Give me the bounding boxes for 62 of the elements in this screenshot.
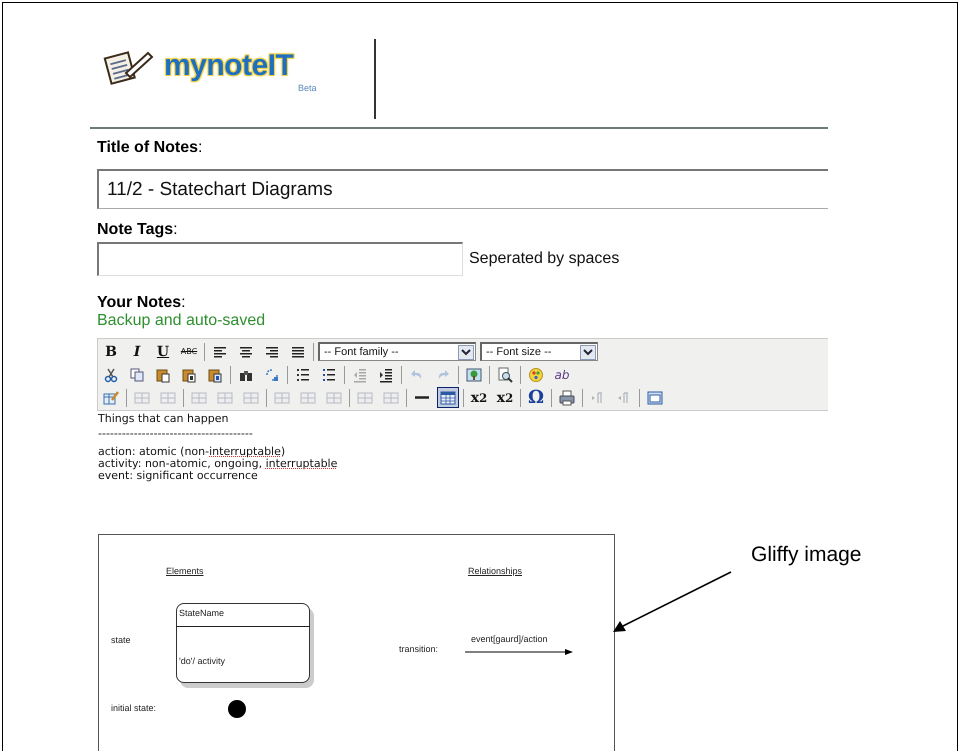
table-icon xyxy=(440,390,456,406)
merge-cells-icon xyxy=(383,390,399,406)
indent-icon xyxy=(378,366,394,382)
diagram-heading: Relationships xyxy=(468,566,522,576)
field-hint: Seperated by spaces xyxy=(469,250,620,268)
paste-text-icon xyxy=(181,366,197,382)
title-input[interactable]: 11/2 - Statechart Diagrams xyxy=(97,169,828,209)
row-after-icon xyxy=(217,390,233,406)
note-text-line: --------------------------------------- xyxy=(98,428,254,440)
color-dots-icon xyxy=(528,366,544,382)
format-button[interactable]: I xyxy=(126,341,148,362)
format-button[interactable]: ABC xyxy=(178,341,200,362)
row-props-icon xyxy=(134,390,150,406)
copy-icon xyxy=(129,366,145,382)
note-text-line: event: significant occurrence xyxy=(98,470,258,482)
transition-text: event[gaurd]/action xyxy=(471,634,548,644)
dropdown[interactable]: -- Font size -- xyxy=(480,342,598,361)
column-after-icon xyxy=(300,390,316,406)
save-status: Backup and auto-saved xyxy=(97,312,266,330)
split-cells-icon xyxy=(357,390,373,406)
column-before-icon xyxy=(274,390,290,406)
replace-icon xyxy=(264,366,280,382)
paste-word-icon xyxy=(207,366,223,382)
format-button[interactable]: U xyxy=(152,341,174,362)
row-before-icon xyxy=(191,390,207,406)
row-delete-icon xyxy=(243,390,259,406)
field-label: Your Notes: xyxy=(97,294,187,312)
cell-props-icon xyxy=(160,390,176,406)
format-button[interactable]: B xyxy=(100,341,122,362)
format-button[interactable]: Ω xyxy=(525,387,547,408)
diagram-label: initial state: xyxy=(111,703,156,713)
caret-icon xyxy=(458,344,474,360)
note-text-line: action: atomic (non-interruptable) xyxy=(98,446,286,458)
table-button[interactable] xyxy=(437,387,459,408)
outdent-icon xyxy=(352,366,368,382)
fullscreen-icon xyxy=(647,390,663,406)
paste-icon xyxy=(155,366,171,382)
note-text-line: Things that can happen xyxy=(98,413,230,425)
logo-wordmark: mynoteIT xyxy=(164,49,294,83)
numbered-list-icon xyxy=(321,366,337,382)
field-label: Title of Notes: xyxy=(97,139,204,157)
diagram-heading: Elements xyxy=(166,566,204,576)
state-name: StateName xyxy=(179,608,224,618)
table-edit-icon xyxy=(103,390,119,406)
logo-tag: Beta xyxy=(298,83,317,93)
preview-icon xyxy=(497,366,513,382)
note-text-line: activity: non-atomic, ongoing, interruptable xyxy=(98,458,338,470)
column-delete-icon xyxy=(326,390,342,406)
dropdown[interactable]: -- Font family -- xyxy=(318,342,476,361)
field-label: Note Tags: xyxy=(97,221,179,239)
diagram-label: transition: xyxy=(399,644,438,654)
picture-frame-icon xyxy=(466,366,482,382)
annotation-text: Gliffy image xyxy=(751,543,862,567)
bullet-list-icon xyxy=(295,366,311,382)
state-activity: 'do'/ activity xyxy=(179,656,225,666)
tags-input[interactable] xyxy=(97,242,463,276)
diagram-label: state xyxy=(111,635,131,645)
scissors-icon xyxy=(103,366,119,382)
print-icon xyxy=(559,390,575,406)
initial-state-dot xyxy=(228,700,246,718)
format-button[interactable]: ab xyxy=(551,364,573,385)
caret-icon xyxy=(580,344,596,360)
